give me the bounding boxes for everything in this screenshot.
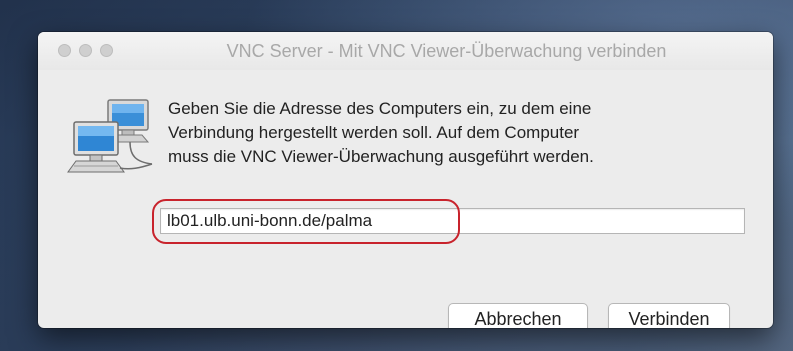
message-line: muss die VNC Viewer-Überwachung ausgefüh…	[168, 147, 594, 166]
cancel-button[interactable]: Abbrechen	[448, 303, 588, 328]
message-line: Verbindung hergestellt werden soll. Auf …	[168, 123, 580, 142]
dialog-content: Geben Sie die Adresse des Computers ein,…	[38, 70, 773, 328]
dialog-window: VNC Server - Mit VNC Viewer-Überwachung …	[38, 32, 773, 328]
message-line: Geben Sie die Adresse des Computers ein,…	[168, 99, 592, 118]
network-computers-icon	[67, 99, 153, 173]
zoom-window-button[interactable]	[100, 44, 113, 57]
address-input[interactable]	[160, 208, 745, 234]
title-bar: VNC Server - Mit VNC Viewer-Überwachung …	[38, 32, 773, 70]
window-title: VNC Server - Mit VNC Viewer-Überwachung …	[226, 41, 667, 61]
dialog-message: Geben Sie die Adresse des Computers ein,…	[168, 97, 748, 169]
connect-button[interactable]: Verbinden	[608, 303, 730, 328]
close-window-button[interactable]	[58, 44, 71, 57]
minimize-window-button[interactable]	[79, 44, 92, 57]
